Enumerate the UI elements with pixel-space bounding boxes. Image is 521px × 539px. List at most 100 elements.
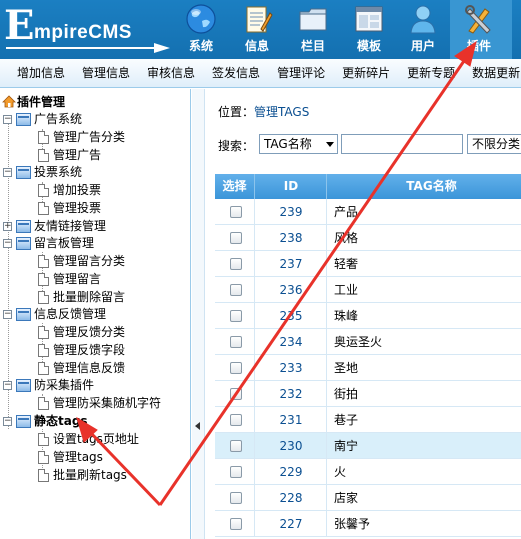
folder-window-icon <box>16 379 31 392</box>
tree-group-links[interactable]: + 友情链接管理 <box>0 218 190 235</box>
tree-group-anti-scrape[interactable]: − 防采集插件 <box>0 377 190 394</box>
collapse-icon[interactable]: − <box>3 168 12 177</box>
tree-root-label: 插件管理 <box>17 95 66 109</box>
tag-name-link[interactable]: 珠峰 <box>334 303 358 329</box>
menu-update-topics[interactable]: 更新专题 <box>407 59 455 87</box>
collapse-icon[interactable]: − <box>3 310 12 319</box>
column-tag-name[interactable]: TAG名称 <box>328 174 521 199</box>
tag-name-link[interactable]: 风格 <box>334 225 358 251</box>
menu-sign-info[interactable]: 签发信息 <box>212 59 260 87</box>
tree-group-guestbook[interactable]: − 留言板管理 <box>0 235 190 252</box>
home-icon <box>2 95 16 108</box>
row-select-cell <box>215 199 255 225</box>
tree-group-static-tags[interactable]: − 静态tags <box>0 413 190 430</box>
menu-manage-comments[interactable]: 管理评论 <box>277 59 325 87</box>
search-field-select[interactable]: TAG名称 <box>259 134 338 154</box>
row-select-cell <box>215 251 255 277</box>
tree-root[interactable]: 插件管理 <box>2 94 65 110</box>
row-checkbox[interactable] <box>230 258 242 270</box>
tree-group-votes[interactable]: − 投票系统 <box>0 164 190 181</box>
tags-table: 选择 ID TAG名称 239 产品 238 风格 237 轻奢 236 工业 235 珠峰 234… <box>215 174 521 537</box>
row-checkbox[interactable] <box>230 414 242 426</box>
row-checkbox[interactable] <box>230 388 242 400</box>
nav-template[interactable]: 模板 <box>340 0 398 59</box>
expand-icon[interactable]: + <box>3 222 12 231</box>
tag-id-cell: 230 <box>256 433 327 459</box>
tag-name-link[interactable]: 店家 <box>334 485 358 511</box>
collapse-icon[interactable]: − <box>3 239 12 248</box>
tag-name-link[interactable]: 工业 <box>334 277 358 303</box>
category-filter-select[interactable]: 不限分类 <box>467 134 521 154</box>
breadcrumb-link[interactable]: 管理TAGS <box>254 105 309 119</box>
menu-data-update[interactable]: 数据更新 <box>472 59 520 87</box>
menu-manage-info[interactable]: 管理信息 <box>82 59 130 87</box>
table-row[interactable]: 238 风格 <box>215 225 521 251</box>
nav-user[interactable]: 用户 <box>394 0 452 59</box>
row-select-cell <box>215 329 255 355</box>
row-select-cell <box>215 277 255 303</box>
row-checkbox[interactable] <box>230 336 242 348</box>
table-row[interactable]: 237 轻奢 <box>215 251 521 277</box>
table-row[interactable]: 239 产品 <box>215 199 521 225</box>
tag-id-cell: 231 <box>256 407 327 433</box>
tree-item-label: 管理留言分类 <box>53 254 126 268</box>
collapse-sidebar-arrow-icon[interactable] <box>195 422 200 430</box>
tree-item-label: 管理留言 <box>53 272 102 286</box>
tag-name-link[interactable]: 轻奢 <box>334 251 358 277</box>
tag-name-link[interactable]: 奥运圣火 <box>334 329 382 355</box>
tag-name-link[interactable]: 火 <box>334 459 346 485</box>
nav-info[interactable]: 信息 <box>228 0 286 59</box>
row-checkbox[interactable] <box>230 310 242 322</box>
collapse-icon[interactable]: − <box>3 115 12 124</box>
row-checkbox[interactable] <box>230 518 242 530</box>
table-row[interactable]: 228 店家 <box>215 485 521 511</box>
top-header: E mpireCMS 系统 信息 栏目 模板 用户 插件 <box>0 0 521 59</box>
quick-menu-bar: 增加信息 管理信息 审核信息 签发信息 管理评论 更新碎片 更新专题 数据更新 <box>0 59 521 88</box>
tag-name-link[interactable]: 巷子 <box>334 407 358 433</box>
search-input[interactable] <box>341 134 463 154</box>
document-icon <box>38 362 49 375</box>
row-checkbox[interactable] <box>230 232 242 244</box>
tree-group-ads[interactable]: − 广告系统 <box>0 111 190 128</box>
column-id[interactable]: ID <box>256 174 327 199</box>
tag-name-link[interactable]: 产品 <box>334 199 358 225</box>
menu-add-info[interactable]: 增加信息 <box>17 59 65 87</box>
tag-name-link[interactable]: 南宁 <box>334 433 358 459</box>
row-checkbox[interactable] <box>230 284 242 296</box>
table-row[interactable]: 236 工业 <box>215 277 521 303</box>
tag-id-cell: 238 <box>256 225 327 251</box>
column-select: 选择 <box>215 174 255 199</box>
nav-system[interactable]: 系统 <box>172 0 230 59</box>
collapse-icon[interactable]: − <box>3 417 12 426</box>
tree-item-label: 管理信息反馈 <box>53 361 126 375</box>
breadcrumb-prefix: 位置： <box>218 105 255 119</box>
row-checkbox[interactable] <box>230 466 242 478</box>
collapse-icon[interactable]: − <box>3 381 12 390</box>
row-checkbox[interactable] <box>230 440 242 452</box>
tag-name-link[interactable]: 张馨予 <box>334 511 370 537</box>
tree-item-label: 管理tags <box>53 450 103 464</box>
sidebar-splitter[interactable] <box>192 89 205 539</box>
tag-name-link[interactable]: 街拍 <box>334 381 358 407</box>
menu-update-fragments[interactable]: 更新碎片 <box>342 59 390 87</box>
table-row[interactable]: 233 圣地 <box>215 355 521 381</box>
tree-item-label: 管理广告 <box>53 148 102 162</box>
table-row[interactable]: 235 珠峰 <box>215 303 521 329</box>
table-row[interactable]: 232 街拍 <box>215 381 521 407</box>
nav-plugin[interactable]: 插件 <box>450 0 512 59</box>
menu-review-info[interactable]: 审核信息 <box>147 59 195 87</box>
table-row[interactable]: 230 南宁 <box>215 433 521 459</box>
plugin-tree-sidebar: 插件管理 − 广告系统 管理广告分类 管理广告 − 投票系统 增加投票 管理投票… <box>0 89 191 539</box>
tag-id-cell: 232 <box>256 381 327 407</box>
table-row[interactable]: 227 张馨予 <box>215 511 521 537</box>
table-row[interactable]: 229 火 <box>215 459 521 485</box>
row-checkbox[interactable] <box>230 206 242 218</box>
tree-group-feedback[interactable]: − 信息反馈管理 <box>0 306 190 323</box>
table-row[interactable]: 234 奥运圣火 <box>215 329 521 355</box>
nav-column[interactable]: 栏目 <box>284 0 342 59</box>
tag-name-link[interactable]: 圣地 <box>334 355 358 381</box>
document-icon <box>38 326 49 339</box>
table-row[interactable]: 231 巷子 <box>215 407 521 433</box>
row-checkbox[interactable] <box>230 362 242 374</box>
row-checkbox[interactable] <box>230 492 242 504</box>
